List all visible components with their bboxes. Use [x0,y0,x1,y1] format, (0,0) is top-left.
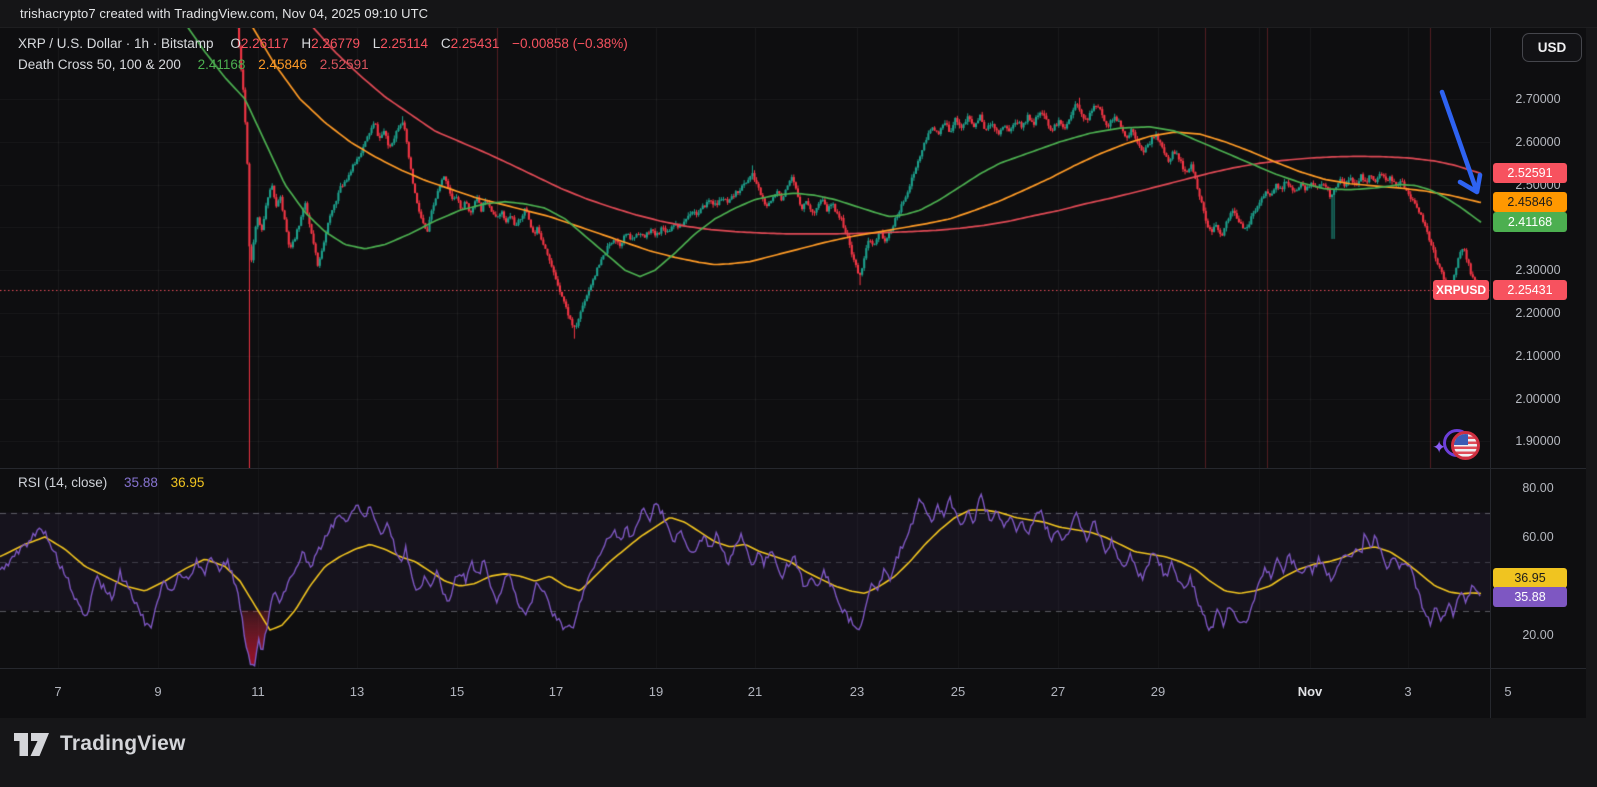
time-axis-label: 7 [54,684,61,699]
open-value: 2.26117 [241,36,289,51]
time-axis-label: 29 [1151,684,1165,699]
time-axis-separator [0,668,1586,669]
time-axis-label: 11 [251,684,265,699]
pane-separator[interactable] [0,468,1586,469]
price-axis-separator [1490,28,1491,718]
last-price-badge: 2.25431 [1493,280,1567,300]
rsi-pane-canvas[interactable] [0,468,1490,668]
rsi-axis-label: 80.00 [1496,481,1580,496]
footer-bar: TradingView [0,718,1597,787]
ma200-price-badge: 2.52591 [1493,163,1567,183]
high-label: H [301,36,311,51]
us-flag-emoji-sticker[interactable] [1451,431,1480,460]
rsi-ma-badge: 36.95 [1493,568,1567,588]
ma200-value: 2.52591 [320,57,369,72]
time-axis-label: 17 [549,684,563,699]
time-axis[interactable]: 7 9 11 13 15 17 19 21 23 25 27 29 Nov 3 5 [0,680,1586,704]
close-value: 2.25431 [451,36,500,51]
time-axis-label: 15 [450,684,464,699]
price-axis-label: 1.90000 [1496,434,1580,449]
rsi-legend-row[interactable]: RSI (14, close) 35.88 36.95 [18,475,204,490]
tradingview-logo-icon [14,733,50,756]
indicator-title: Death Cross 50, 100 & 200 [18,57,181,72]
time-axis-label: 5 [1504,684,1511,699]
price-axis-label: 2.10000 [1496,349,1580,364]
chart-widget: XRP / U.S. Dollar · 1h · Bitstamp O2.261… [0,28,1586,718]
currency-button[interactable]: USD [1522,33,1582,62]
time-axis-label: 3 [1404,684,1411,699]
symbol-price-badge: XRPUSD [1433,280,1489,300]
time-axis-label: 25 [951,684,965,699]
change-value: −0.00858 (−0.38%) [512,36,628,51]
rsi-title: RSI (14, close) [18,475,107,490]
ma50-value: 2.41168 [198,57,246,72]
ma50-price-badge: 2.41168 [1493,212,1567,232]
tradingview-wordmark: TradingView [60,732,186,756]
price-axis-label: 2.70000 [1496,92,1580,107]
price-axis-label: 2.60000 [1496,135,1580,150]
time-axis-label: 21 [748,684,762,699]
tradingview-logo[interactable]: TradingView [14,732,186,756]
main-chart-canvas[interactable] [0,28,1490,468]
time-axis-label: 13 [350,684,364,699]
price-axis-label: 2.00000 [1496,392,1580,407]
indicator-legend-row[interactable]: Death Cross 50, 100 & 200 2.41168 2.4584… [18,57,369,72]
rsi-ma-value: 36.95 [171,475,205,490]
symbol-legend-row[interactable]: XRP / U.S. Dollar · 1h · Bitstamp O2.261… [18,36,628,51]
time-axis-label: 9 [154,684,161,699]
high-value: 2.26779 [311,36,360,51]
time-axis-label: 27 [1051,684,1065,699]
close-label: C [441,36,451,51]
rsi-value: 35.88 [124,475,158,490]
ma100-price-badge: 2.45846 [1493,192,1567,212]
price-axis-label: 2.20000 [1496,306,1580,321]
low-value: 2.25114 [380,36,428,51]
rsi-value-badge: 35.88 [1493,587,1567,607]
rsi-axis-label: 20.00 [1496,628,1580,643]
price-axis-label: 2.30000 [1496,263,1580,278]
symbol-title: XRP / U.S. Dollar · 1h · Bitstamp [18,36,214,51]
rsi-axis-label: 60.00 [1496,530,1580,545]
ma100-value: 2.45846 [258,57,307,72]
time-axis-label: 19 [649,684,663,699]
watermark-bar: trishacrypto7 created with TradingView.c… [0,0,1597,28]
watermark-text: trishacrypto7 created with TradingView.c… [20,6,428,21]
app-root: trishacrypto7 created with TradingView.c… [0,0,1597,787]
time-axis-label: 23 [850,684,864,699]
open-label: O [230,36,241,51]
time-axis-label: Nov [1298,684,1323,699]
flag-canton [1454,434,1468,445]
